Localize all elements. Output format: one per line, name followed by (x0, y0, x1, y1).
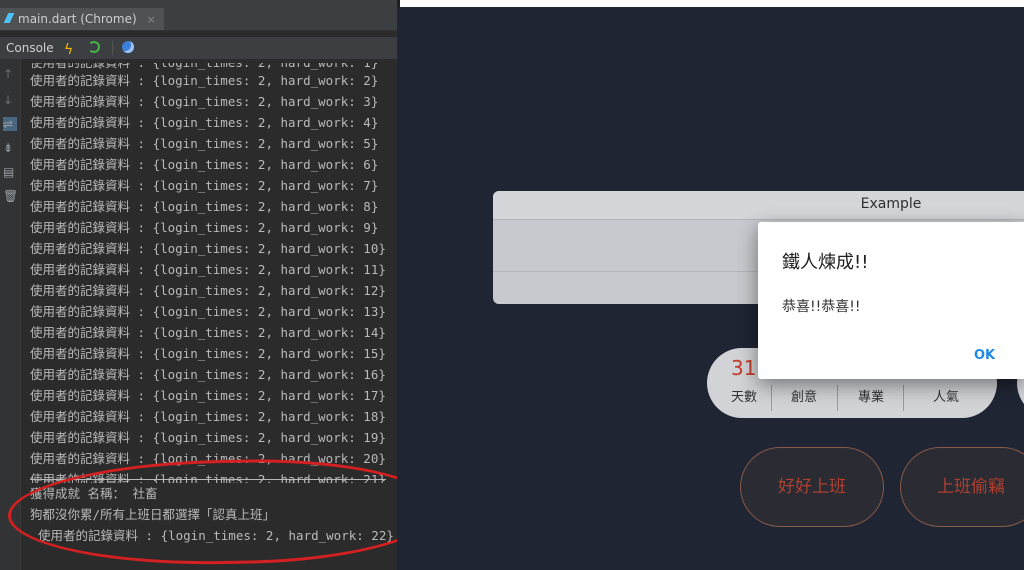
stat-divider (903, 385, 904, 411)
slack-off-button[interactable]: 上班偷竊 (900, 447, 1024, 527)
console-line: 使用者的記錄資料 : {login_times: 2, hard_work: 2… (30, 73, 379, 88)
toolbar-divider (112, 41, 113, 55)
card-header: Example (493, 191, 1024, 220)
console-line: 使用者的記錄資料 : {login_times: 2, hard_work: 1… (30, 388, 386, 403)
dialog-content: 恭喜!!恭喜!! (782, 299, 861, 315)
console-line: 使用者的記錄資料 : {login_times: 2, hard_work: 1… (30, 283, 386, 298)
scroll-to-end-icon[interactable]: ⇟ (3, 141, 13, 155)
console-line: 使用者的記錄資料 : {login_times: 2, hard_work: 1… (30, 430, 386, 445)
stat-label-professional: 專業 (857, 390, 884, 405)
console-line: 使用者的記錄資料 : {login_times: 2, hard_work: 1… (30, 346, 386, 361)
console-line: 使用者的記錄資料 : {login_times: 2, hard_work: 3… (30, 94, 379, 109)
console-toolbar: Console ϟ (0, 37, 397, 59)
arrow-down-icon[interactable]: ↓ (3, 93, 13, 107)
stat-value: 31 (731, 356, 757, 380)
stat-label-popularity: 人氣 (932, 390, 959, 405)
console-tab[interactable]: Console (6, 37, 54, 59)
devtools-icon[interactable] (122, 41, 134, 53)
console-line: 獲得成就 名稱： 社畜 (30, 486, 158, 501)
console-line: 使用者的記錄資料 : {login_times: 2, hard_work: 1… (30, 304, 386, 319)
trash-icon[interactable]: 🗑 (3, 189, 18, 203)
bolt-icon[interactable]: ϟ (64, 39, 73, 61)
stat-label-days: 天數 (730, 390, 757, 405)
console-output: 使用者的記錄資料 : {login_times: 2, hard_work: 1… (30, 63, 397, 567)
arrow-up-icon[interactable]: ↑ (3, 67, 13, 81)
stat-label-creativity: 創意 (790, 390, 817, 405)
console-line: 使用者的記錄資料 : {login_times: 2, hard_work: 2… (30, 451, 386, 466)
soft-wrap-icon[interactable]: ⇌ (3, 117, 17, 131)
run-tab-label: main.dart (Chrome) (18, 12, 137, 26)
achievement-description-line: 使用者的記錄資料 : {login_times: 2, hard_work: 2… (38, 528, 394, 543)
console-line: 使用者的記錄資料 : {login_times: 2, hard_work: 5… (30, 136, 379, 151)
console-line: 使用者的記錄資料 : {login_times: 2, hard_work: 1… (30, 262, 386, 277)
console-line: 使用者的記錄資料 : {login_times: 2, hard_work: 1… (30, 325, 386, 340)
print-icon[interactable]: ▤ (3, 165, 14, 179)
console-line: 使用者的記錄資料 : {login_times: 2, hard_work: 1… (30, 63, 397, 70)
console-line: 使用者的記錄資料 : {login_times: 2, hard_work: 1… (30, 409, 386, 424)
ide-console-panel: main.dart (Chrome) × Console ϟ ↑ ↓ ⇌ ⇟ ▤… (0, 0, 397, 570)
run-tab-bar: main.dart (Chrome) × (0, 0, 397, 31)
restart-icon[interactable] (88, 41, 100, 53)
console-line: 使用者的記錄資料 : {login_times: 2, hard_work: 4… (30, 115, 379, 130)
achievement-dialog: 鐵人煉成!! 恭喜!!恭喜!! OK (758, 222, 1024, 379)
console-gutter: ↑ ↓ ⇌ ⇟ ▤ 🗑 (0, 59, 21, 570)
stat-divider (771, 385, 772, 411)
flutter-web-app: Example 31 天數 創意 專業 人氣 好好上班 上班偷竊 鐵人煉成!! … (397, 0, 1024, 570)
console-line: 使用者的記錄資料 : {login_times: 2, hard_work: 1… (30, 241, 386, 256)
browser-top-edge (397, 0, 1024, 7)
console-line: 使用者的記錄資料 : {login_times: 2, hard_work: 9… (30, 220, 379, 235)
console-line: 使用者的記錄資料 : {login_times: 2, hard_work: 7… (30, 178, 379, 193)
stat-divider (837, 385, 838, 411)
run-tab-main-dart[interactable]: main.dart (Chrome) × (0, 8, 164, 30)
console-line: 使用者的記錄資料 : {login_times: 2, hard_work: 1… (30, 367, 386, 382)
console-line: 使用者的記錄資料 : {login_times: 2, hard_work: 8… (30, 199, 379, 214)
achievement-line: 狗都沒你累/所有上班日都選擇「認真上班」 (30, 507, 276, 522)
dialog-title: 鐵人煉成!! (782, 252, 869, 273)
console-line: 使用者的記錄資料 : {login_times: 2, hard_work: 6… (30, 157, 379, 172)
card-title: Example (860, 196, 922, 212)
dialog-ok-button[interactable]: OK (974, 348, 995, 363)
console-line: 使用者的記錄資料 : {login_times: 2, hard_work: 2… (30, 472, 386, 483)
flutter-icon (3, 13, 15, 23)
work-hard-button[interactable]: 好好上班 (740, 447, 884, 527)
close-icon[interactable]: × (146, 13, 155, 26)
